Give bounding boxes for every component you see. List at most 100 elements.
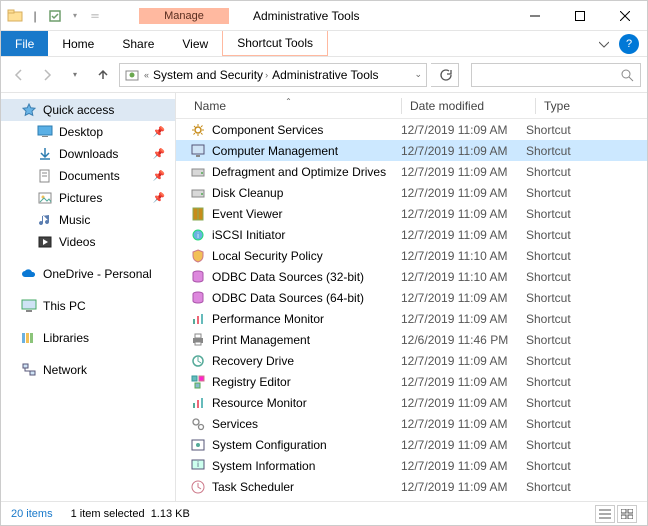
column-type[interactable]: Type [544, 99, 647, 113]
sidebar: Quick access Desktop📌Downloads📌Documents… [1, 93, 176, 501]
view-icons-button[interactable] [617, 505, 637, 523]
status-selection: 1 item selected [71, 508, 145, 520]
chevron-right-icon[interactable]: « [144, 70, 149, 80]
column-headers: ⌃Name Date modified Type [176, 93, 647, 119]
tab-home[interactable]: Home [48, 31, 108, 56]
file-type: Shortcut [526, 249, 647, 263]
sidebar-network[interactable]: Network [1, 359, 175, 381]
file-row[interactable]: ODBC Data Sources (32-bit)12/7/2019 11:1… [176, 266, 647, 287]
column-name[interactable]: ⌃Name [176, 99, 401, 113]
documents-icon [37, 168, 53, 184]
file-row[interactable]: ODBC Data Sources (64-bit)12/7/2019 11:0… [176, 287, 647, 308]
file-icon [190, 479, 206, 495]
sidebar-item[interactable]: Pictures📌 [1, 187, 175, 209]
qat-customize-icon[interactable]: ＝ [87, 8, 103, 24]
file-row[interactable]: iSystem Information12/7/2019 11:09 AMSho… [176, 455, 647, 476]
file-row[interactable]: Local Security Policy12/7/2019 11:10 AMS… [176, 245, 647, 266]
view-details-button[interactable] [595, 505, 615, 523]
file-date: 12/7/2019 11:09 AM [401, 354, 526, 368]
refresh-button[interactable] [431, 63, 459, 87]
file-name: iSCSI Initiator [212, 228, 285, 242]
folder-icon [7, 8, 23, 24]
forward-button[interactable] [35, 63, 59, 87]
file-row[interactable]: Component Services12/7/2019 11:09 AMShor… [176, 119, 647, 140]
file-row[interactable]: Services12/7/2019 11:09 AMShortcut [176, 413, 647, 434]
breadcrumb-item[interactable]: System and Security › [153, 68, 268, 82]
breadcrumb-item[interactable]: Administrative Tools [272, 68, 379, 82]
file-row[interactable]: Disk Cleanup12/7/2019 11:09 AMShortcut [176, 182, 647, 203]
file-icon [190, 332, 206, 348]
file-type: Shortcut [526, 396, 647, 410]
file-date: 12/7/2019 11:10 AM [401, 270, 526, 284]
file-row[interactable]: Resource Monitor12/7/2019 11:09 AMShortc… [176, 392, 647, 413]
file-icon [190, 269, 206, 285]
file-row[interactable]: Print Management12/6/2019 11:46 PMShortc… [176, 329, 647, 350]
svg-text:i: i [197, 460, 199, 469]
sidebar-this-pc[interactable]: This PC [1, 295, 175, 317]
sidebar-item[interactable]: Downloads📌 [1, 143, 175, 165]
minimize-button[interactable] [512, 1, 557, 31]
file-row[interactable]: Task Scheduler12/7/2019 11:09 AMShortcut [176, 476, 647, 497]
file-date: 12/7/2019 11:09 AM [401, 144, 526, 158]
tab-file[interactable]: File [1, 31, 48, 56]
file-row[interactable]: Defragment and Optimize Drives12/7/2019 … [176, 161, 647, 182]
recent-dropdown-icon[interactable]: ▾ [63, 63, 87, 87]
qat-separator: | [27, 8, 43, 24]
file-row[interactable]: Recovery Drive12/7/2019 11:09 AMShortcut [176, 350, 647, 371]
help-button[interactable]: ? [619, 34, 639, 54]
address-icon [124, 67, 140, 83]
file-row[interactable]: Performance Monitor12/7/2019 11:09 AMSho… [176, 308, 647, 329]
file-name: System Configuration [212, 438, 327, 452]
close-button[interactable] [602, 1, 647, 31]
file-list[interactable]: Component Services12/7/2019 11:09 AMShor… [176, 119, 647, 501]
file-icon [190, 437, 206, 453]
file-date: 12/6/2019 11:46 PM [401, 333, 526, 347]
ribbon-expand-icon[interactable] [589, 31, 619, 56]
file-icon [190, 311, 206, 327]
file-row[interactable]: Computer Management12/7/2019 11:09 AMSho… [176, 140, 647, 161]
status-bar: 20 items 1 item selected 1.13 KB [1, 501, 647, 525]
sidebar-item[interactable]: Documents📌 [1, 165, 175, 187]
sidebar-libraries[interactable]: Libraries [1, 327, 175, 349]
file-name: Component Services [212, 123, 323, 137]
sidebar-item[interactable]: Videos [1, 231, 175, 253]
file-row[interactable]: iiSCSI Initiator12/7/2019 11:09 AMShortc… [176, 224, 647, 245]
address-bar[interactable]: « System and Security › Administrative T… [119, 63, 427, 87]
sidebar-onedrive[interactable]: OneDrive - Personal [1, 263, 175, 285]
file-type: Shortcut [526, 228, 647, 242]
pictures-icon [37, 190, 53, 206]
up-button[interactable] [91, 63, 115, 87]
downloads-icon [37, 146, 53, 162]
maximize-button[interactable] [557, 1, 602, 31]
back-button[interactable] [7, 63, 31, 87]
window-title: Administrative Tools [229, 9, 512, 23]
file-name: Event Viewer [212, 207, 282, 221]
file-date: 12/7/2019 11:09 AM [401, 417, 526, 431]
file-name: Recovery Drive [212, 354, 294, 368]
tab-view[interactable]: View [168, 31, 222, 56]
address-dropdown-icon[interactable]: ⌄ [414, 69, 422, 80]
file-date: 12/7/2019 11:09 AM [401, 207, 526, 221]
sidebar-quick-access[interactable]: Quick access [1, 99, 175, 121]
file-row[interactable]: Event Viewer12/7/2019 11:09 AMShortcut [176, 203, 647, 224]
file-icon [190, 416, 206, 432]
tab-share[interactable]: Share [108, 31, 168, 56]
file-icon [190, 206, 206, 222]
file-icon [190, 185, 206, 201]
desktop-icon [37, 124, 53, 140]
properties-icon[interactable] [47, 8, 63, 24]
column-date[interactable]: Date modified [410, 99, 535, 113]
qat-dropdown-icon[interactable]: ▾ [67, 8, 83, 24]
sidebar-item[interactable]: Music [1, 209, 175, 231]
file-name: Print Management [212, 333, 310, 347]
file-date: 12/7/2019 11:09 AM [401, 291, 526, 305]
file-type: Shortcut [526, 291, 647, 305]
libraries-icon [21, 330, 37, 346]
file-row[interactable]: System Configuration12/7/2019 11:09 AMSh… [176, 434, 647, 455]
file-date: 12/7/2019 11:10 AM [401, 249, 526, 263]
file-date: 12/7/2019 11:09 AM [401, 480, 526, 494]
search-input[interactable] [471, 63, 641, 87]
file-row[interactable]: Registry Editor12/7/2019 11:09 AMShortcu… [176, 371, 647, 392]
sidebar-item[interactable]: Desktop📌 [1, 121, 175, 143]
tab-shortcut-tools[interactable]: Shortcut Tools [222, 31, 328, 56]
